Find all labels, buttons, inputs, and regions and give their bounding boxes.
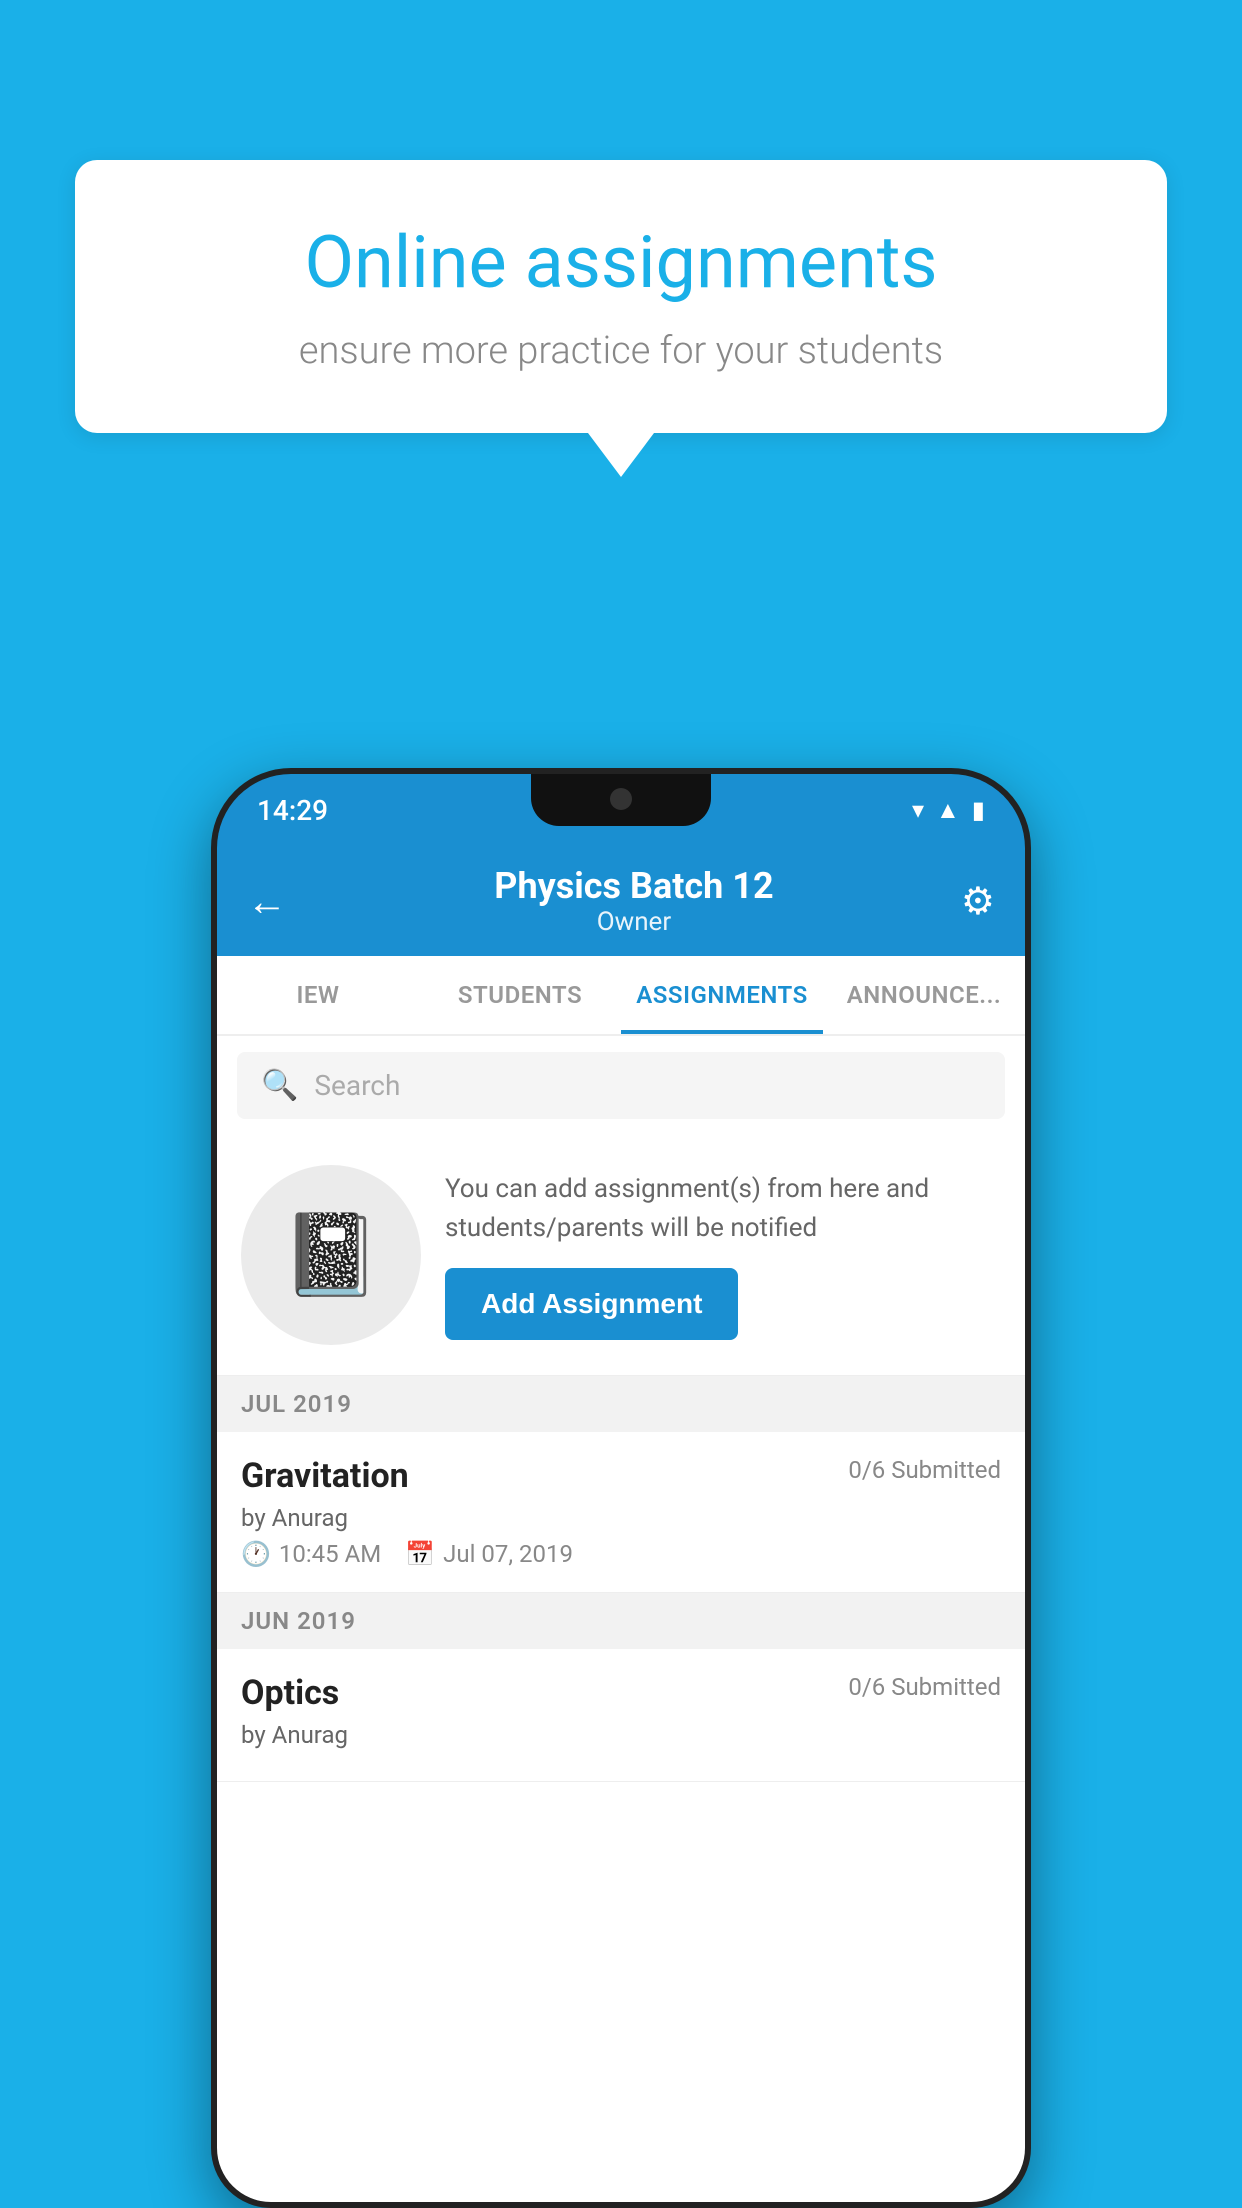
tab-iew[interactable]: IEW (217, 956, 419, 1034)
add-assignment-button[interactable]: Add Assignment (445, 1268, 738, 1340)
assignment-by-optics: by Anurag (241, 1721, 1001, 1749)
assignment-date: 📅 Jul 07, 2019 (405, 1540, 573, 1568)
search-icon: 🔍 (261, 1068, 298, 1103)
notch (531, 774, 711, 826)
notebook-icon: 📓 (281, 1208, 381, 1302)
search-placeholder: Search (314, 1069, 400, 1102)
search-bar[interactable]: 🔍 Search (237, 1052, 1005, 1119)
camera (610, 788, 632, 810)
search-bar-container: 🔍 Search (217, 1036, 1025, 1135)
assignment-item-optics[interactable]: Optics 0/6 Submitted by Anurag (217, 1649, 1025, 1782)
month-header-jul: JUL 2019 (217, 1376, 1025, 1432)
promo-section: 📓 You can add assignment(s) from here an… (217, 1135, 1025, 1376)
time-value: 10:45 AM (279, 1540, 381, 1568)
volume-down-button (211, 1164, 217, 1264)
assignment-name: Gravitation (241, 1456, 409, 1496)
tab-assignments[interactable]: ASSIGNMENTS (621, 956, 823, 1034)
bubble-subtitle: ensure more practice for your students (155, 329, 1087, 373)
phone-content: 🔍 Search 📓 You can add assignment(s) fro… (217, 1036, 1025, 2202)
header-title-area: Physics Batch 12 Owner (307, 865, 961, 937)
clock-icon: 🕐 (241, 1540, 271, 1568)
assignment-time: 🕐 10:45 AM (241, 1540, 381, 1568)
bubble-title: Online assignments (155, 220, 1087, 305)
promo-icon-circle: 📓 (241, 1165, 421, 1345)
status-bar: 14:29 ▾ ▲ ▮ (217, 774, 1025, 846)
promo-text-area: You can add assignment(s) from here and … (445, 1170, 1001, 1340)
assignment-meta: 🕐 10:45 AM 📅 Jul 07, 2019 (241, 1540, 1001, 1568)
tab-announcements[interactable]: ANNOUNCE... (823, 956, 1025, 1034)
assignment-name-optics: Optics (241, 1673, 339, 1713)
assignment-submitted: 0/6 Submitted (848, 1456, 1001, 1484)
assignment-row-top-optics: Optics 0/6 Submitted (241, 1673, 1001, 1713)
app-header: ← Physics Batch 12 Owner ⚙ (217, 846, 1025, 956)
battery-icon: ▮ (972, 796, 985, 824)
status-icons: ▾ ▲ ▮ (912, 796, 985, 825)
signal-icon: ▲ (936, 796, 960, 825)
status-time: 14:29 (257, 794, 328, 827)
date-value: Jul 07, 2019 (443, 1540, 573, 1568)
assignment-item-gravitation[interactable]: Gravitation 0/6 Submitted by Anurag 🕐 10… (217, 1432, 1025, 1593)
tabs-bar: IEW STUDENTS ASSIGNMENTS ANNOUNCE... (217, 956, 1025, 1036)
assignment-submitted-optics: 0/6 Submitted (848, 1673, 1001, 1701)
volume-up-button (211, 1074, 217, 1134)
speech-bubble: Online assignments ensure more practice … (75, 160, 1167, 433)
power-button (1025, 1154, 1031, 1234)
calendar-icon: 📅 (405, 1540, 435, 1568)
speech-bubble-container: Online assignments ensure more practice … (75, 160, 1167, 433)
header-subtitle: Owner (307, 907, 961, 937)
tab-students[interactable]: STUDENTS (419, 956, 621, 1034)
assignment-by: by Anurag (241, 1504, 1001, 1532)
month-header-jun: JUN 2019 (217, 1593, 1025, 1649)
promo-description: You can add assignment(s) from here and … (445, 1170, 1001, 1248)
header-title: Physics Batch 12 (307, 865, 961, 907)
phone-frame: 14:29 ▾ ▲ ▮ ← Physics Batch 12 Owner ⚙ I… (211, 768, 1031, 2208)
silent-button (211, 1284, 217, 1384)
back-button[interactable]: ← (247, 878, 287, 925)
assignment-row-top: Gravitation 0/6 Submitted (241, 1456, 1001, 1496)
settings-icon[interactable]: ⚙ (961, 879, 995, 924)
wifi-icon: ▾ (912, 796, 924, 824)
